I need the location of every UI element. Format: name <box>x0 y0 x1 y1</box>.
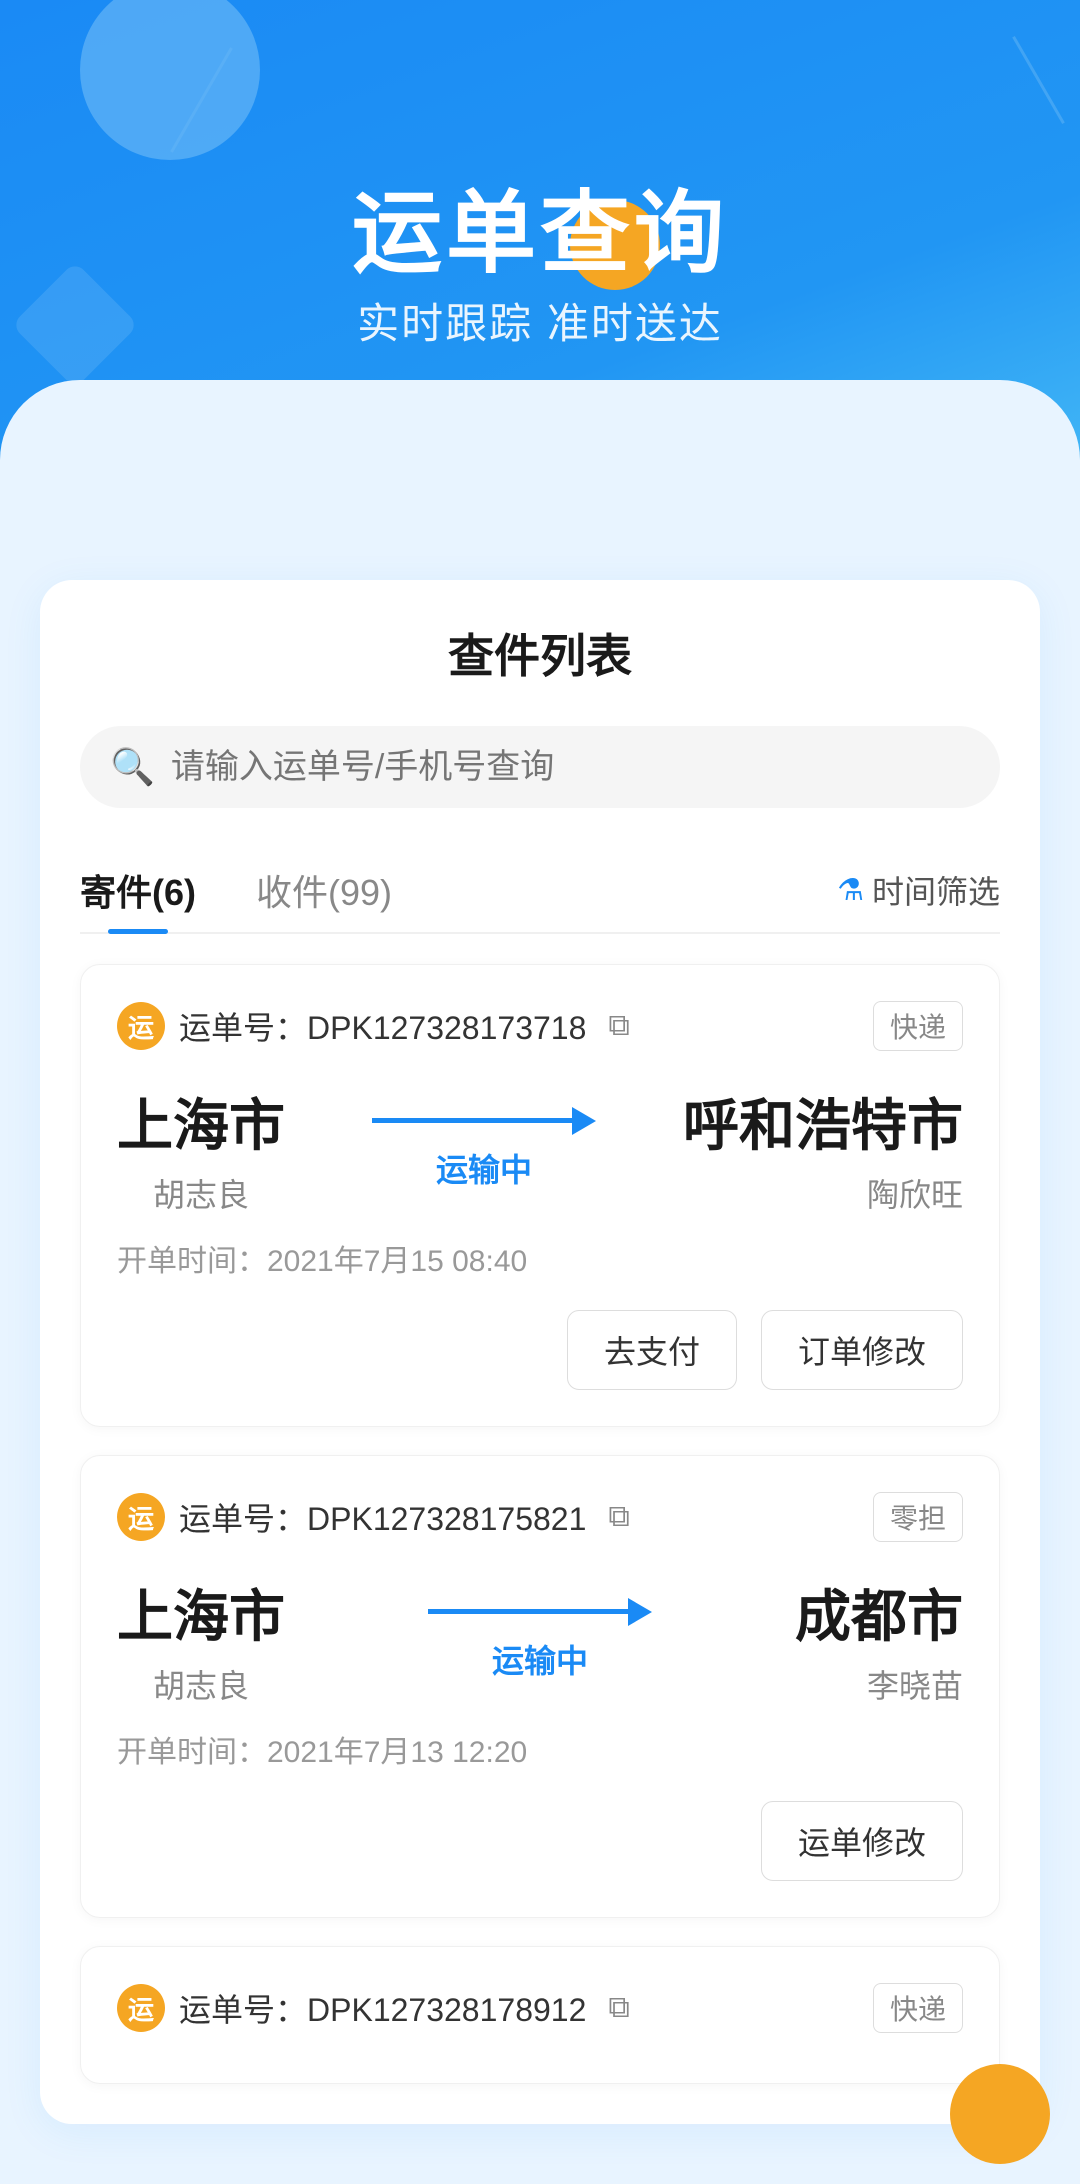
filter-label: 时间筛选 <box>872 867 1000 913</box>
order-time-1: 开单时间：2021年7月15 08:40 <box>117 1236 963 1280</box>
card-container: 查件列表 🔍 寄件(6) 收件(99) ⚗ 时间筛选 运 运单号：DPK1273… <box>40 580 1040 2124</box>
to-person-2: 李晓苗 <box>795 1661 963 1707</box>
header-background: 运单查询 实时跟踪 准时送达 <box>0 0 1080 580</box>
status-1: 运输中 <box>436 1145 532 1191</box>
order-card-3: 运 运单号：DPK127328178912 ⧉ 快递 <box>80 1946 1000 2084</box>
order-icon-1: 运 <box>117 1002 165 1050</box>
tabs-row: 寄件(6) 收件(99) ⚗ 时间筛选 <box>80 848 1000 934</box>
arrow-2 <box>428 1598 652 1626</box>
order-icon-2: 运 <box>117 1493 165 1541</box>
status-2: 运输中 <box>492 1636 588 1682</box>
header-title-block: 运单查询 <box>0 160 1080 290</box>
arrow-head-1 <box>572 1107 596 1135</box>
route-row-1: 上海市 胡志良 运输中 呼和浩特市 陶欣旺 <box>117 1081 963 1216</box>
order-type-2: 零担 <box>873 1492 963 1542</box>
card-title: 查件列表 <box>80 620 1000 686</box>
route-middle-2: 运输中 <box>428 1598 652 1682</box>
order-card-2: 运 运单号：DPK127328175821 ⧉ 零担 上海市 胡志良 <box>80 1455 1000 1918</box>
order-type-3: 快递 <box>873 1983 963 2033</box>
to-city-2: 成都市 <box>795 1572 963 1653</box>
tab-receive[interactable]: 收件(99) <box>256 848 392 932</box>
order-header-left-3: 运 运单号：DPK127328178912 ⧉ <box>117 1984 630 2032</box>
route-row-2: 上海市 胡志良 运输中 成都市 李晓苗 <box>117 1572 963 1707</box>
copy-icon-2[interactable]: ⧉ <box>608 1500 629 1534</box>
wave-decoration <box>0 380 1080 580</box>
order-icon-3: 运 <box>117 1984 165 2032</box>
arrow-1 <box>372 1107 596 1135</box>
from-city-1: 上海市 <box>117 1081 285 1162</box>
header-subtitle: 实时跟踪 准时送达 <box>0 290 1080 351</box>
order-header-1: 运 运单号：DPK127328173718 ⧉ 快递 <box>117 1001 963 1051</box>
from-city-2: 上海市 <box>117 1572 285 1653</box>
deco-yellow-bottom <box>950 2064 1050 2164</box>
order-card-1: 运 运单号：DPK127328173718 ⧉ 快递 上海市 胡志良 <box>80 964 1000 1427</box>
order-number-1: 运单号：DPK127328173718 <box>179 1003 586 1049</box>
deco-circle-top <box>80 0 260 160</box>
order-number-2: 运单号：DPK127328175821 <box>179 1494 586 1540</box>
to-person-1: 陶欣旺 <box>683 1170 963 1216</box>
route-middle-1: 运输中 <box>372 1107 596 1191</box>
copy-icon-1[interactable]: ⧉ <box>608 1009 629 1043</box>
arrow-head-2 <box>628 1598 652 1626</box>
search-input[interactable] <box>171 748 970 787</box>
order-header-3: 运 运单号：DPK127328178912 ⧉ 快递 <box>117 1983 963 2033</box>
to-city-block-2: 成都市 李晓苗 <box>795 1572 963 1707</box>
deco-line-top-right <box>1012 36 1065 124</box>
filter-icon: ⚗ <box>837 873 864 908</box>
order-type-1: 快递 <box>873 1001 963 1051</box>
tab-send[interactable]: 寄件(6) <box>80 848 196 932</box>
to-city-block-1: 呼和浩特市 陶欣旺 <box>683 1081 963 1216</box>
order-time-2: 开单时间：2021年7月13 12:20 <box>117 1727 963 1771</box>
modify-button-1[interactable]: 订单修改 <box>761 1310 963 1390</box>
from-person-1: 胡志良 <box>117 1170 285 1216</box>
order-actions-2: 运单修改 <box>117 1801 963 1881</box>
page-title: 运单查询 <box>0 160 1080 290</box>
from-city-block-2: 上海市 胡志良 <box>117 1572 285 1707</box>
search-icon: 🔍 <box>110 746 155 788</box>
order-header-2: 运 运单号：DPK127328175821 ⧉ 零担 <box>117 1492 963 1542</box>
pay-button-1[interactable]: 去支付 <box>567 1310 737 1390</box>
copy-icon-3[interactable]: ⧉ <box>608 1991 629 2025</box>
search-bar: 🔍 <box>80 726 1000 808</box>
from-city-block-1: 上海市 胡志良 <box>117 1081 285 1216</box>
order-header-left-1: 运 运单号：DPK127328173718 ⧉ <box>117 1002 630 1050</box>
arrow-body-1 <box>372 1118 572 1123</box>
order-actions-1: 去支付 订单修改 <box>117 1310 963 1390</box>
order-number-3: 运单号：DPK127328178912 <box>179 1985 586 2031</box>
order-header-left-2: 运 运单号：DPK127328175821 ⧉ <box>117 1493 630 1541</box>
to-city-1: 呼和浩特市 <box>683 1081 963 1162</box>
filter-button[interactable]: ⚗ 时间筛选 <box>837 867 1000 913</box>
main-content: 查件列表 🔍 寄件(6) 收件(99) ⚗ 时间筛选 运 运单号：DPK1273… <box>0 580 1080 2184</box>
from-person-2: 胡志良 <box>117 1661 285 1707</box>
arrow-body-2 <box>428 1609 628 1614</box>
modify-button-2[interactable]: 运单修改 <box>761 1801 963 1881</box>
